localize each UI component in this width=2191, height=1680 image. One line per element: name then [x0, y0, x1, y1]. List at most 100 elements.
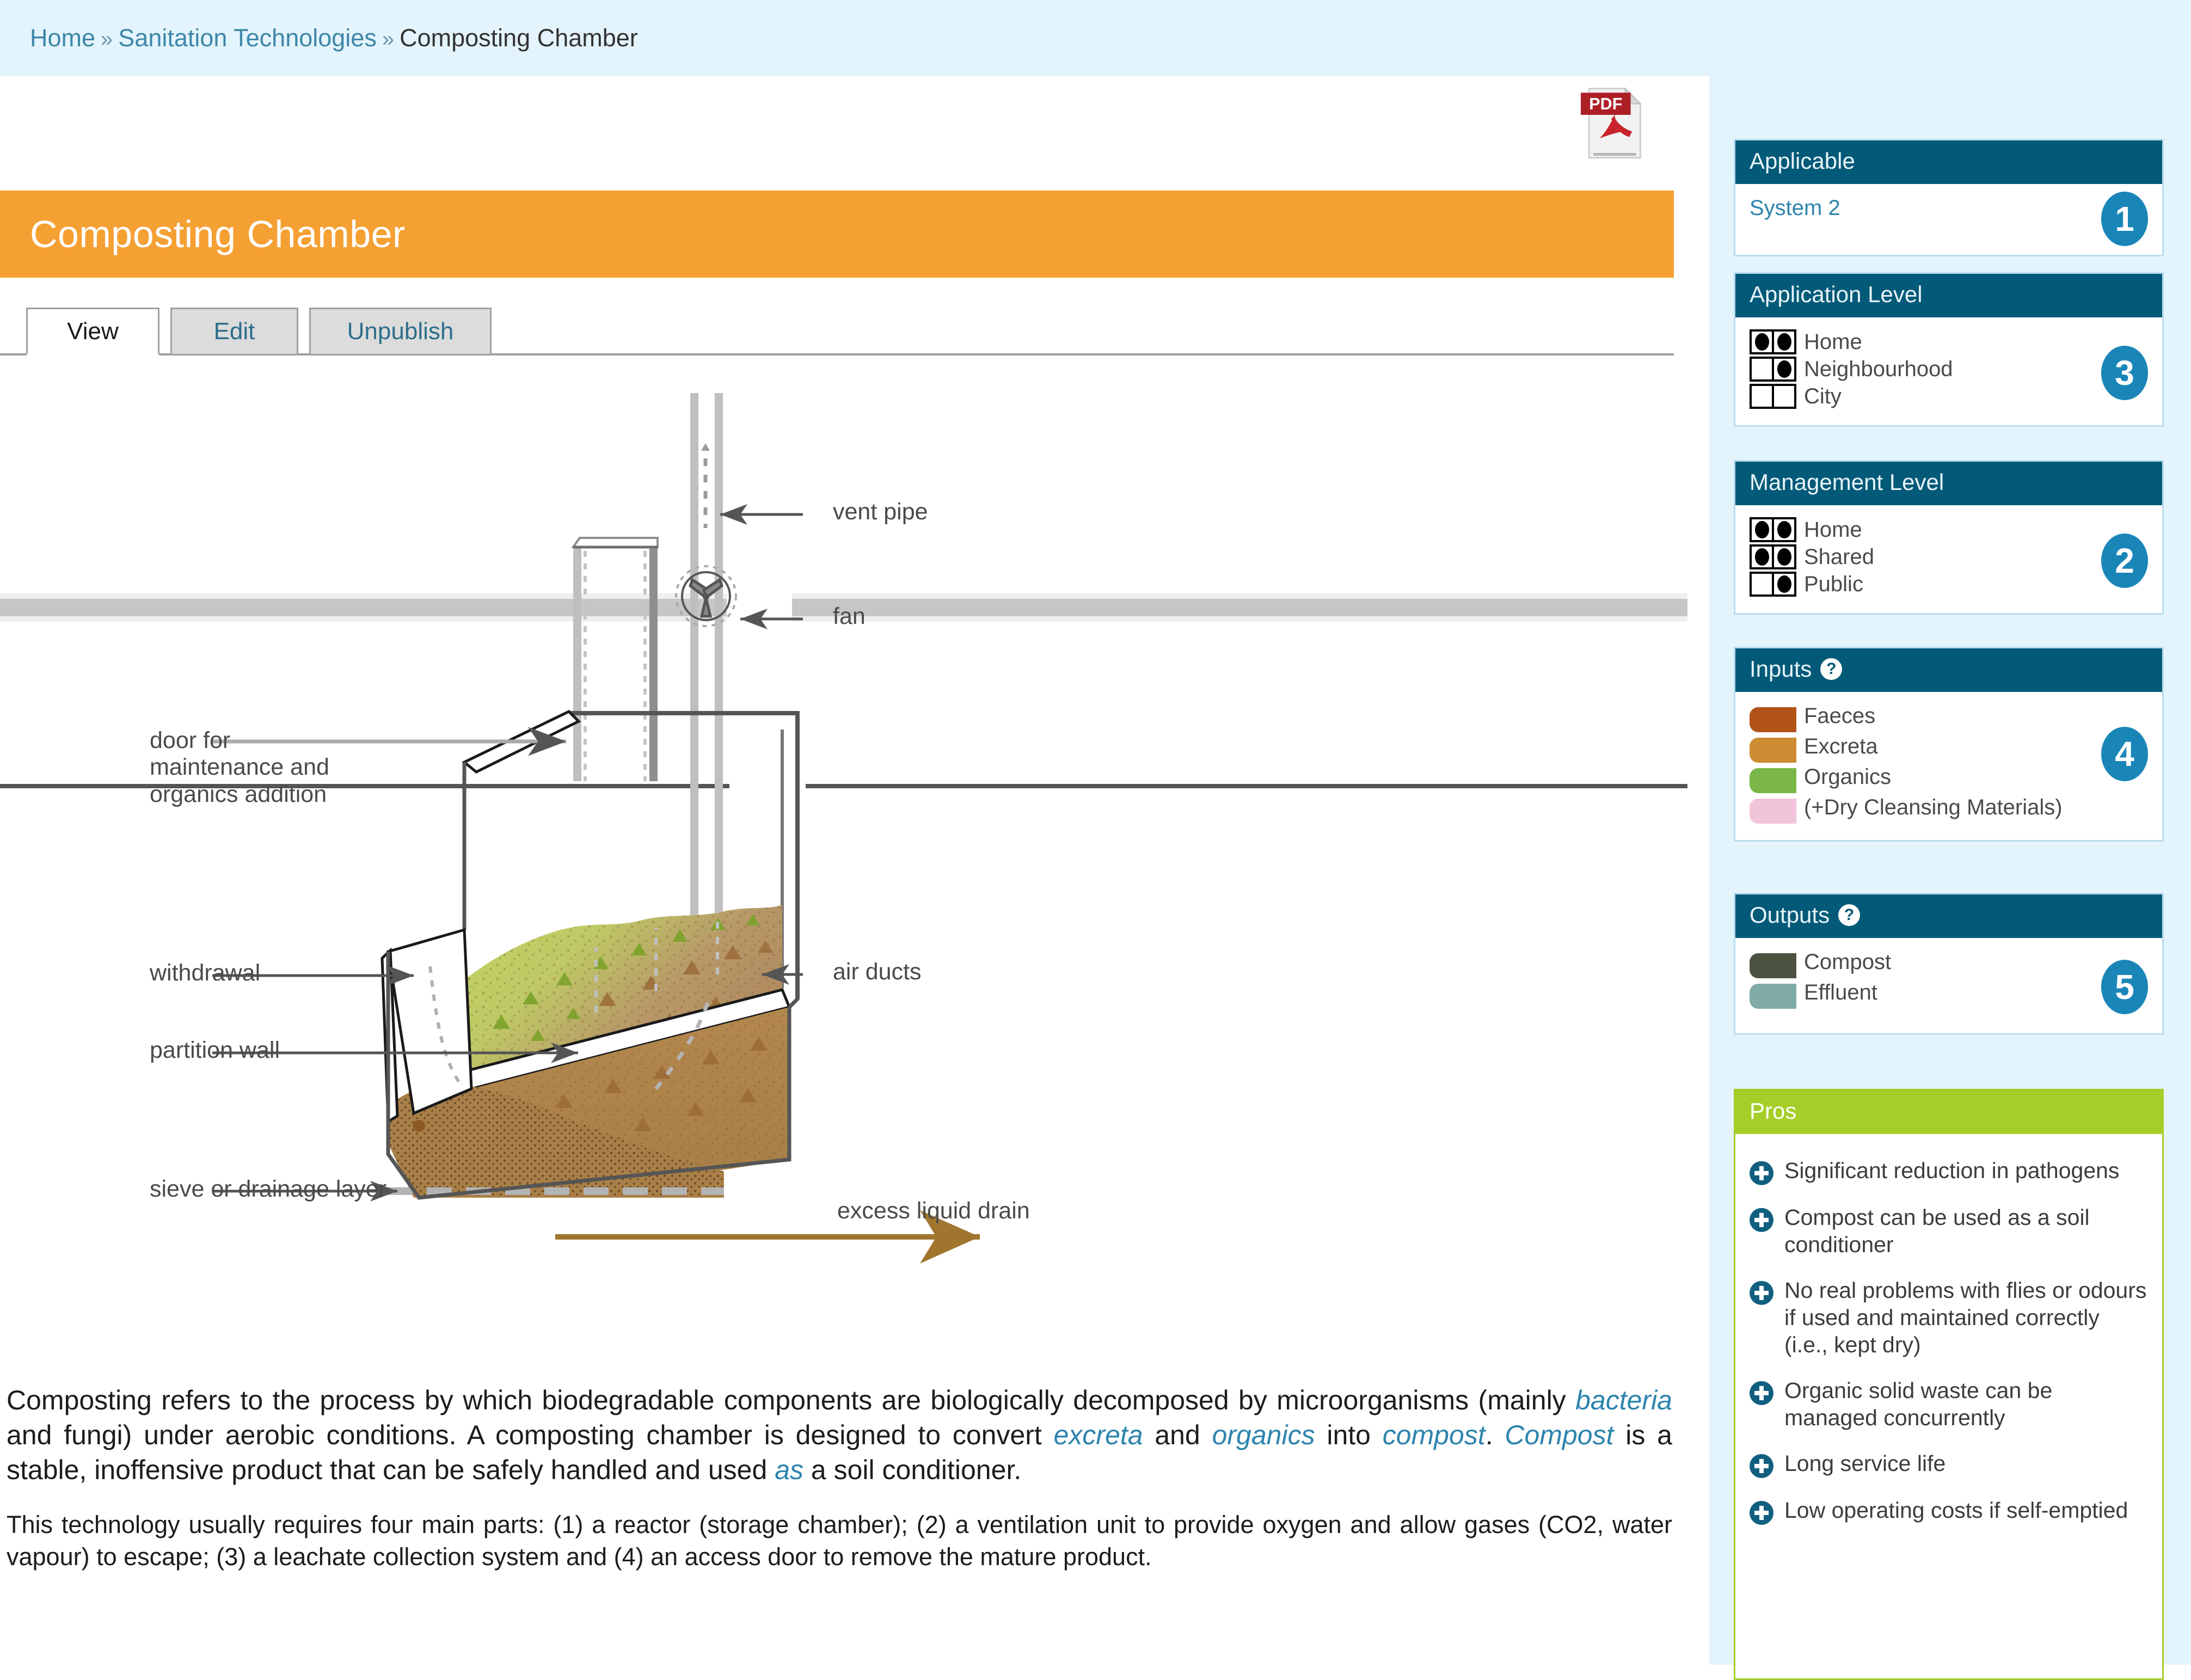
pros-list-item: Low operating costs if self-emptied [1750, 1497, 2148, 1525]
p1-part-d: into [1315, 1420, 1383, 1450]
input-label-organics: Organics [1804, 765, 1892, 789]
pros-text-2: Compost can be used as a soil conditione… [1784, 1205, 2090, 1258]
output-item-effluent: Effluent [1750, 980, 2148, 1009]
panel-outputs: Outputs ? Compost Effluent 5 [1734, 893, 2164, 1035]
tab-view[interactable]: View [26, 308, 159, 355]
swatch-excreta [1750, 738, 1796, 763]
p1-part-e: . [1485, 1420, 1505, 1450]
level-cell-left [1752, 359, 1772, 379]
level-dot [1777, 360, 1791, 378]
page-title-bar: Composting Chamber [0, 191, 1674, 278]
level-cell-right [1772, 359, 1794, 379]
link-bacteria[interactable]: bacteria [1575, 1385, 1672, 1415]
badge-applicable: 1 [2101, 192, 2148, 246]
output-item-compost: Compost [1750, 950, 2148, 978]
panel-management-level-header: Management Level [1735, 462, 2162, 505]
level-dot [1777, 548, 1791, 566]
level-cell-left [1752, 574, 1772, 594]
diagram-label-fan: fan [833, 603, 866, 629]
application-level-row: City [1750, 384, 2148, 409]
management-level-row: Home [1750, 517, 2148, 542]
tab-unpublish[interactable]: Unpublish [309, 308, 492, 355]
link-compost-2[interactable]: Compost [1505, 1420, 1613, 1450]
panel-applicable-title: Applicable [1750, 148, 1855, 174]
badge-outputs: 5 [2101, 960, 2148, 1014]
level-cell-right [1772, 574, 1794, 594]
swatch-faeces [1750, 707, 1796, 732]
help-icon[interactable]: ? [1838, 904, 1861, 926]
panel-management-level: Management Level Home Shared Public 2 [1734, 460, 2164, 615]
panel-applicable: Applicable System 2 1 [1734, 139, 2164, 256]
breadcrumb-separator-1: » [101, 27, 113, 51]
withdrawal-chute [386, 928, 473, 1115]
breadcrumb-section[interactable]: Sanitation Technologies [118, 24, 377, 52]
panel-application-level-title: Application Level [1750, 281, 1923, 307]
diagram-label-vent-pipe: vent pipe [833, 499, 928, 525]
article-body: Composting refers to the process by whic… [7, 1383, 1672, 1595]
link-as[interactable]: as [775, 1455, 803, 1485]
badge-inputs: 4 [2101, 727, 2148, 781]
panel-management-level-title: Management Level [1750, 469, 1944, 495]
help-icon[interactable]: ? [1820, 658, 1843, 680]
pros-text-6: Low operating costs if self-emptied [1784, 1498, 2128, 1523]
pros-text-1: Significant reduction in pathogens [1784, 1158, 2120, 1183]
plus-icon [1750, 1454, 1773, 1479]
input-item-faeces: Faeces [1750, 704, 2148, 732]
output-label-effluent: Effluent [1804, 980, 1877, 1004]
diagram-label-excess-liquid-drain: excess liquid drain [837, 1198, 1030, 1224]
level-cell-left [1752, 547, 1772, 567]
breadcrumb-home[interactable]: Home [30, 24, 95, 52]
panel-inputs-title: Inputs [1750, 656, 1812, 682]
level-cell-right [1772, 332, 1794, 352]
level-indicator [1750, 544, 1796, 569]
input-item-organics: Organics [1750, 765, 2148, 793]
level-cell-right [1772, 386, 1794, 407]
level-dot [1754, 333, 1769, 351]
link-organics[interactable]: organics [1212, 1420, 1315, 1450]
input-item-excreta: Excreta [1750, 734, 2148, 763]
breadcrumb-current: Composting Chamber [400, 24, 638, 52]
panel-applicable-header: Applicable [1735, 140, 2162, 184]
swatch-organics [1750, 768, 1796, 793]
pros-list-item: Compost can be used as a soil conditione… [1750, 1204, 2148, 1258]
applicable-system-link[interactable]: System 2 [1750, 196, 1840, 220]
application-level-label-city: City [1804, 384, 1842, 408]
level-indicator [1750, 517, 1796, 542]
tab-bar: View Edit Unpublish [0, 301, 1674, 355]
level-dot [1754, 521, 1769, 538]
diagram-label-sieve: sieve or drainage layer [150, 1176, 387, 1202]
panel-inputs-body: Faeces Excreta Organics (+Dry Cleansing … [1735, 692, 2162, 840]
level-cell-left [1752, 386, 1772, 407]
application-level-row: Home [1750, 329, 2148, 354]
plus-icon [1750, 1281, 1773, 1305]
link-compost[interactable]: compost [1383, 1420, 1486, 1450]
panel-pros: Pros Significant reduction in pathogens … [1734, 1089, 2164, 1680]
panel-pros-body: Significant reduction in pathogens Compo… [1735, 1134, 2162, 1678]
management-level-row: Public [1750, 572, 2148, 597]
level-indicator [1750, 329, 1796, 354]
p1-part-b: and fungi) under aerobic conditions. A c… [7, 1420, 1054, 1450]
plus-icon [1750, 1501, 1773, 1525]
p1-part-a: Composting refers to the process by whic… [7, 1385, 1576, 1415]
management-level-label-shared: Shared [1804, 544, 1874, 569]
management-level-label-home: Home [1804, 517, 1862, 542]
input-item-dry-cleansing: (+Dry Cleansing Materials) [1750, 795, 2148, 824]
level-indicator [1750, 357, 1796, 382]
panel-applicable-body: System 2 1 [1735, 184, 2162, 255]
input-label-dry-cleansing: (+Dry Cleansing Materials) [1804, 795, 2063, 819]
swatch-dry-cleansing [1750, 799, 1796, 824]
plus-icon [1750, 1208, 1773, 1232]
output-label-compost: Compost [1804, 950, 1892, 974]
level-cell-left [1752, 519, 1772, 540]
breadcrumb-separator-2: » [382, 27, 395, 51]
diagram-label-air-ducts: air ducts [833, 959, 922, 985]
main-content: PDF Composting Chamber View Edit Unpubli… [0, 76, 1709, 1665]
link-excreta[interactable]: excreta [1054, 1420, 1143, 1450]
badge-application-level: 3 [2101, 346, 2148, 400]
pros-list-item: No real problems with flies or odours if… [1750, 1277, 2148, 1358]
pdf-download-icon[interactable]: PDF [1576, 84, 1647, 161]
panel-outputs-title: Outputs [1750, 902, 1830, 928]
panel-management-level-body: Home Shared Public 2 [1735, 505, 2162, 613]
input-label-faeces: Faeces [1804, 704, 1876, 728]
tab-edit[interactable]: Edit [170, 308, 298, 355]
